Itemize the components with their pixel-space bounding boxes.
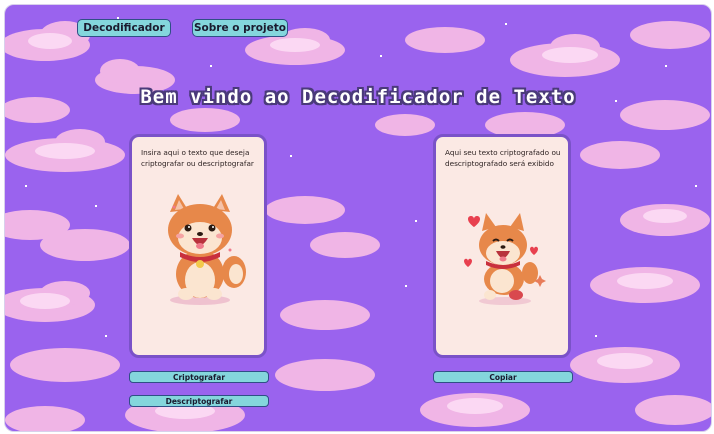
cloud-background — [5, 17, 711, 431]
shiba-dog-icon — [168, 194, 246, 305]
output-card: Aqui seu texto criptografado ou descript… — [433, 134, 571, 358]
encrypt-button[interactable]: Criptografar — [129, 371, 269, 383]
page-title: Bem vindo ao Decodificador de Texto — [140, 86, 576, 108]
input-placeholder-text[interactable]: Insira aqui o texto que deseja criptogra… — [141, 147, 261, 169]
nav-about-button[interactable]: Sobre o projeto — [192, 19, 288, 37]
copy-button[interactable]: Copiar — [433, 371, 573, 383]
app-window: Decodificador Sobre o projeto Bem vindo … — [4, 4, 712, 432]
nav-decoder-button[interactable]: Decodificador — [77, 19, 171, 37]
shiba-dog-hearts-icon — [464, 213, 546, 305]
output-message-text: Aqui seu texto criptografado ou descript… — [445, 148, 561, 168]
decrypt-button[interactable]: Descriptografar — [129, 395, 269, 407]
input-card[interactable]: Insira aqui o texto que deseja criptogra… — [129, 134, 267, 358]
